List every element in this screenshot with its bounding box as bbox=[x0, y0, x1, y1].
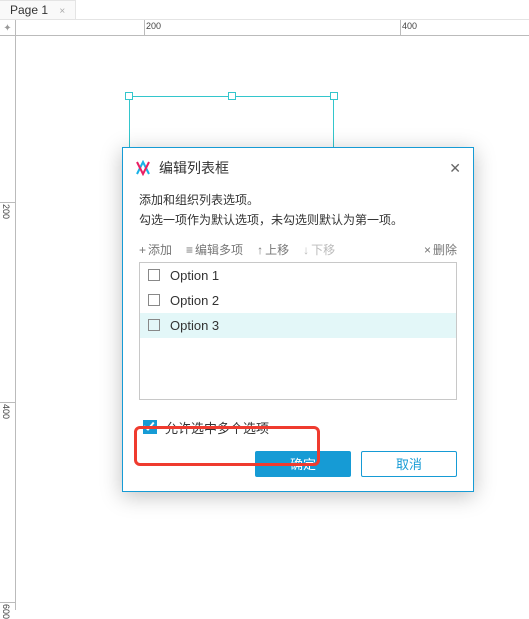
resize-handle[interactable] bbox=[330, 92, 338, 100]
option-label: Option 2 bbox=[170, 293, 219, 308]
ok-button[interactable]: 确定 bbox=[255, 451, 351, 477]
options-toolbar: +添加 ≡编辑多项 ↑上移 ↓下移 ×删除 bbox=[139, 237, 457, 262]
options-listbox[interactable]: Option 1 Option 2 Option 3 bbox=[139, 262, 457, 400]
list-icon: ≡ bbox=[186, 243, 193, 257]
desc-line: 勾选一项作为默认选项，未勾选则默认为第一项。 bbox=[139, 210, 457, 230]
desc-line: 添加和组织列表选项。 bbox=[139, 190, 457, 210]
add-option-button[interactable]: +添加 bbox=[139, 241, 172, 258]
dialog-buttons: 确定 取消 bbox=[139, 451, 457, 477]
plus-icon: + bbox=[139, 243, 146, 257]
move-up-button[interactable]: ↑上移 bbox=[257, 241, 289, 258]
ruler-horizontal: ✦ 200 400 600 bbox=[0, 20, 529, 36]
close-tab-icon[interactable]: × bbox=[59, 6, 65, 17]
list-item[interactable]: Option 3 bbox=[140, 313, 456, 338]
ruler-v-tick: 200 bbox=[1, 204, 11, 219]
allow-multi-label: 允许选中多个选项 bbox=[165, 418, 269, 437]
delete-option-button[interactable]: ×删除 bbox=[424, 241, 457, 258]
dialog-description: 添加和组织列表选项。 勾选一项作为默认选项，未勾选则默认为第一项。 bbox=[139, 190, 457, 231]
dialog-titlebar: 编辑列表框 ✕ bbox=[123, 148, 473, 188]
option-checkbox[interactable] bbox=[148, 269, 160, 281]
resize-handle[interactable] bbox=[228, 92, 236, 100]
arrow-down-icon: ↓ bbox=[303, 243, 309, 257]
option-label: Option 3 bbox=[170, 318, 219, 333]
ruler-vertical: 200 400 600 bbox=[0, 36, 16, 610]
list-item[interactable]: Option 2 bbox=[140, 288, 456, 313]
arrow-up-icon: ↑ bbox=[257, 243, 263, 257]
allow-multi-checkbox[interactable] bbox=[143, 420, 157, 434]
cancel-button[interactable]: 取消 bbox=[361, 451, 457, 477]
list-item[interactable]: Option 1 bbox=[140, 263, 456, 288]
dialog-title: 编辑列表框 bbox=[159, 158, 229, 178]
move-down-button[interactable]: ↓下移 bbox=[303, 241, 335, 258]
page-tab-label: Page 1 bbox=[10, 3, 48, 17]
option-checkbox[interactable] bbox=[148, 294, 160, 306]
option-checkbox[interactable] bbox=[148, 319, 160, 331]
axure-logo-icon bbox=[135, 160, 151, 176]
allow-multi-row[interactable]: 允许选中多个选项 bbox=[143, 418, 457, 437]
ruler-h-tick: 200 bbox=[146, 21, 161, 31]
edit-listbox-dialog: 编辑列表框 ✕ 添加和组织列表选项。 勾选一项作为默认选项，未勾选则默认为第一项… bbox=[122, 147, 474, 492]
edit-many-button[interactable]: ≡编辑多项 bbox=[186, 241, 243, 258]
option-label: Option 1 bbox=[170, 268, 219, 283]
ruler-v-tick: 400 bbox=[1, 404, 11, 419]
resize-handle[interactable] bbox=[125, 92, 133, 100]
close-dialog-icon[interactable]: ✕ bbox=[449, 160, 461, 177]
tab-bar: Page 1 × bbox=[0, 0, 529, 20]
ruler-v-tick: 600 bbox=[1, 604, 11, 619]
x-icon: × bbox=[424, 243, 431, 257]
ruler-h-tick: 400 bbox=[402, 21, 417, 31]
ruler-origin-icon: ✦ bbox=[0, 20, 16, 36]
page-tab[interactable]: Page 1 × bbox=[0, 0, 76, 19]
